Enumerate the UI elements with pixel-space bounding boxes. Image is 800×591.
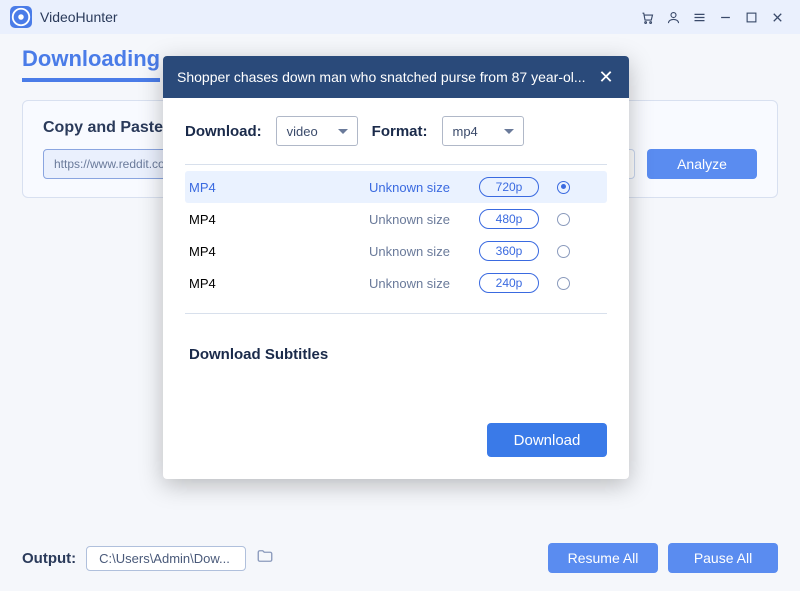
option-codec: MP4 xyxy=(189,244,369,259)
option-size: Unknown size xyxy=(369,212,479,227)
option-size: Unknown size xyxy=(369,180,479,195)
download-type-label: Download: xyxy=(185,123,262,140)
download-type-select[interactable]: video xyxy=(276,116,358,146)
app-name: VideoHunter xyxy=(40,9,118,25)
divider xyxy=(185,313,607,314)
app-logo-icon xyxy=(10,6,32,28)
folder-icon[interactable] xyxy=(256,547,274,570)
option-codec: MP4 xyxy=(189,276,369,291)
option-radio[interactable] xyxy=(557,277,570,290)
option-codec: MP4 xyxy=(189,180,369,195)
minimize-icon[interactable] xyxy=(712,4,738,30)
quality-option-row[interactable]: MP4Unknown size360p xyxy=(185,235,607,267)
format-select[interactable]: mp4 xyxy=(442,116,524,146)
menu-icon[interactable] xyxy=(686,4,712,30)
option-codec: MP4 xyxy=(189,212,369,227)
format-label: Format: xyxy=(372,123,428,140)
tab-downloading[interactable]: Downloading xyxy=(22,46,160,82)
option-resolution-badge: 360p xyxy=(479,241,539,261)
maximize-icon[interactable] xyxy=(738,4,764,30)
option-resolution-badge: 720p xyxy=(479,177,539,197)
option-resolution-badge: 480p xyxy=(479,209,539,229)
titlebar: VideoHunter xyxy=(0,0,800,34)
option-radio[interactable] xyxy=(557,245,570,258)
quality-option-row[interactable]: MP4Unknown size480p xyxy=(185,203,607,235)
modal-title: Shopper chases down man who snatched pur… xyxy=(177,69,587,85)
quality-option-row[interactable]: MP4Unknown size720p xyxy=(185,171,607,203)
option-resolution-badge: 240p xyxy=(479,273,539,293)
user-icon[interactable] xyxy=(660,4,686,30)
download-modal: Shopper chases down man who snatched pur… xyxy=(163,56,629,479)
option-size: Unknown size xyxy=(369,244,479,259)
close-icon[interactable]: ✕ xyxy=(597,68,615,86)
divider xyxy=(185,164,607,165)
output-label: Output: xyxy=(22,550,76,567)
pause-all-button[interactable]: Pause All xyxy=(668,543,778,573)
modal-header: Shopper chases down man who snatched pur… xyxy=(163,56,629,98)
option-size: Unknown size xyxy=(369,276,479,291)
footer: Output: C:\Users\Admin\Dow... Resume All… xyxy=(22,543,778,573)
analyze-button[interactable]: Analyze xyxy=(647,149,757,179)
close-window-icon[interactable] xyxy=(764,4,790,30)
download-button[interactable]: Download xyxy=(487,423,607,457)
subtitles-heading: Download Subtitles xyxy=(185,328,607,423)
quality-option-row[interactable]: MP4Unknown size240p xyxy=(185,267,607,299)
cart-icon[interactable] xyxy=(634,4,660,30)
option-radio[interactable] xyxy=(557,213,570,226)
output-path[interactable]: C:\Users\Admin\Dow... xyxy=(86,546,246,571)
option-radio[interactable] xyxy=(557,181,570,194)
resume-all-button[interactable]: Resume All xyxy=(548,543,658,573)
